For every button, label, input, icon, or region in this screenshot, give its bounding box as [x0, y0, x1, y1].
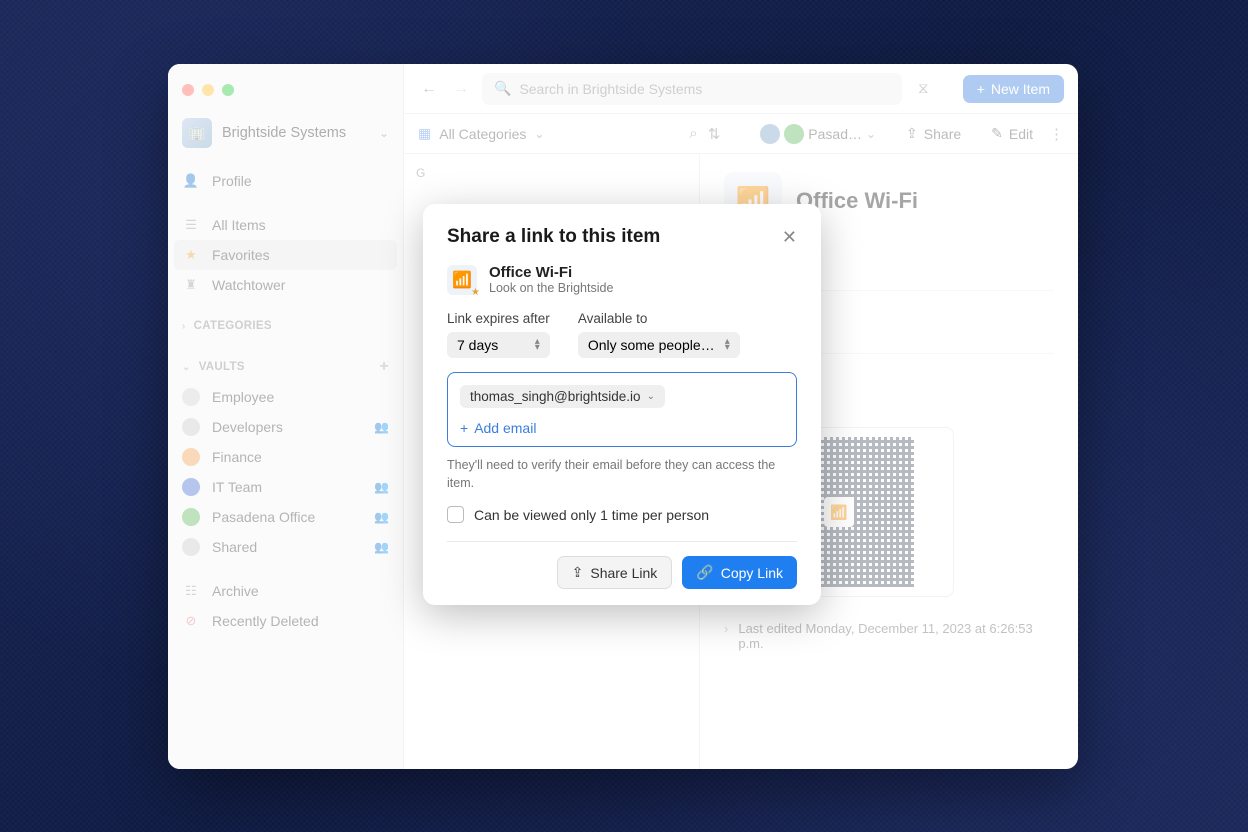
view-once-checkbox[interactable]: [447, 506, 464, 523]
expires-value: 7 days: [457, 337, 498, 353]
plus-icon: +: [460, 420, 468, 436]
stepper-icon: ▴▾: [535, 339, 540, 351]
copy-link-button[interactable]: 🔗 Copy Link: [682, 556, 797, 589]
close-icon[interactable]: ✕: [782, 227, 797, 248]
email-recipients-box[interactable]: thomas_singh@brightside.io ⌄ + Add email: [447, 372, 797, 447]
wifi-icon: 📶★: [447, 265, 477, 295]
available-select[interactable]: Only some people… ▴▾: [578, 332, 740, 358]
share-link-button[interactable]: ⇪ Share Link: [557, 556, 673, 589]
email-address: thomas_singh@brightside.io: [470, 389, 641, 404]
star-icon: ★: [471, 287, 480, 298]
modal-item-subtitle: Look on the Brightside: [489, 281, 613, 295]
modal-title: Share a link to this item: [447, 226, 782, 248]
share-link-label: Share Link: [590, 565, 657, 581]
available-value: Only some people…: [588, 337, 715, 353]
share-modal: Share a link to this item ✕ 📶★ Office Wi…: [423, 204, 821, 605]
link-icon: 🔗: [696, 564, 713, 581]
help-text: They'll need to verify their email befor…: [447, 457, 797, 492]
stepper-icon: ▴▾: [725, 339, 730, 351]
add-email-button[interactable]: + Add email: [460, 420, 784, 436]
email-chip[interactable]: thomas_singh@brightside.io ⌄: [460, 385, 665, 408]
copy-link-label: Copy Link: [721, 565, 783, 581]
app-window: 🏢 Brightside Systems ⌄ 👤 Profile ☰ All I…: [168, 64, 1078, 769]
checkbox-label: Can be viewed only 1 time per person: [474, 507, 709, 523]
available-label: Available to: [578, 311, 797, 326]
chevron-down-icon: ⌄: [647, 391, 655, 402]
add-email-label: Add email: [474, 420, 536, 436]
modal-item-name: Office Wi-Fi: [489, 264, 613, 281]
expires-label: Link expires after: [447, 311, 550, 326]
share-icon: ⇪: [572, 564, 584, 581]
expires-select[interactable]: 7 days ▴▾: [447, 332, 550, 358]
